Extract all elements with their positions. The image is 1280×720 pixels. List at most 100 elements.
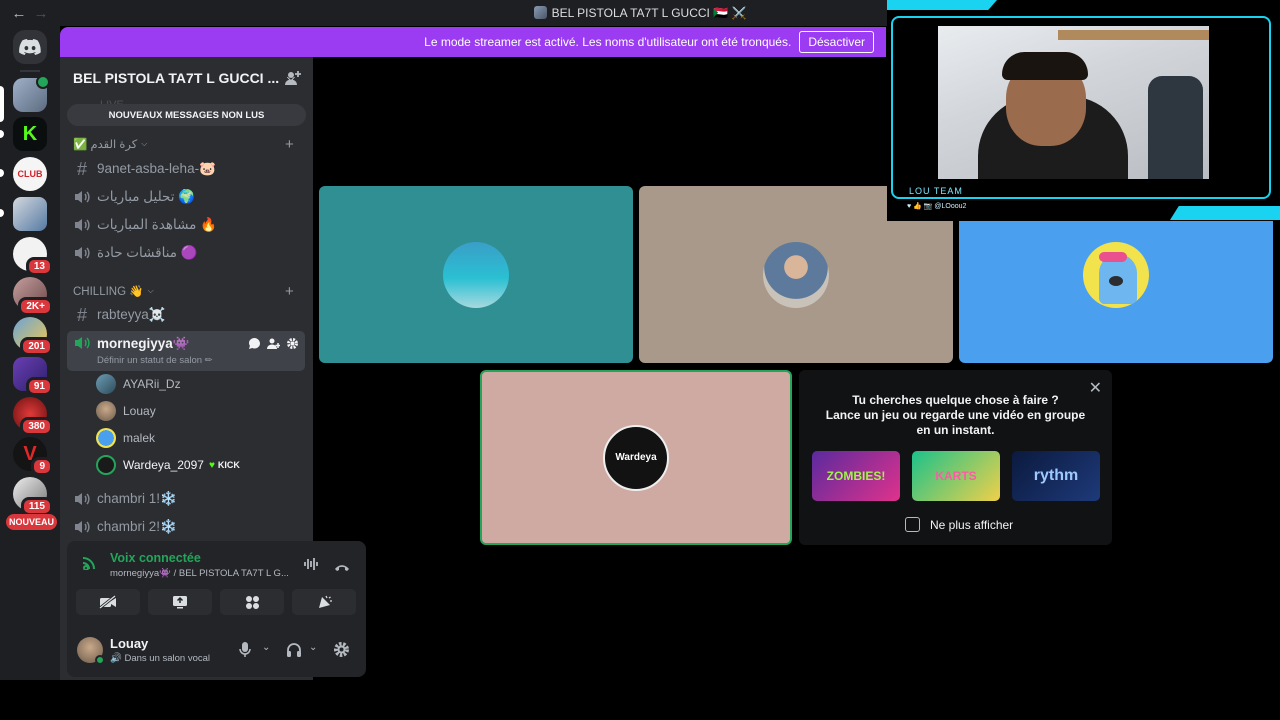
server-icon-5[interactable]: 13 — [13, 237, 53, 276]
participant-avatar — [763, 241, 829, 308]
rail-selected-pill — [0, 86, 4, 122]
speaker-icon — [73, 520, 91, 534]
streamer-mode-text: Le mode streamer est activé. Les noms d'… — [424, 35, 792, 49]
club-server-icon[interactable]: CLUB — [13, 157, 47, 191]
category-chilling[interactable]: CHILLING 👋 ⌵ + — [73, 283, 294, 300]
add-channel-icon[interactable]: + — [285, 136, 294, 153]
speaker-icon — [73, 246, 91, 260]
streamer-mode-banner: Le mode streamer est activé. Les noms d'… — [60, 27, 886, 57]
game-tile-rythm[interactable]: rythm — [1012, 451, 1100, 501]
add-member-icon[interactable] — [267, 337, 281, 353]
avatar — [96, 428, 116, 448]
game-tile-zombies[interactable]: ZOMBIES! — [812, 451, 900, 501]
channel-name: chambri 2!❄️ — [97, 519, 177, 534]
disable-streamer-button[interactable]: Désactiver — [799, 31, 874, 53]
game-tile-karts[interactable]: KARTS — [912, 451, 1000, 501]
server-icon-7[interactable]: 201 — [13, 317, 53, 356]
voice-location[interactable]: mornegiyya👾 / BEL PISTOLA TA7T L G... — [110, 568, 289, 579]
participant-avatar — [443, 241, 509, 308]
headphones-icon[interactable] — [286, 642, 302, 662]
online-status-icon — [95, 655, 105, 665]
voice-connection-panel: Voix connectée mornegiyya👾 / BEL PISTOLA… — [67, 541, 366, 629]
voice-user-name: AYARii_Dz — [123, 377, 181, 391]
voice-status[interactable]: Voix connectée — [110, 551, 201, 565]
speaker-icon — [73, 492, 91, 506]
channel-tools — [248, 337, 299, 353]
voice-channel[interactable]: تحليل مباريات 🌍 — [73, 184, 303, 210]
speaking-participant-tile[interactable]: Wardeya — [480, 370, 792, 545]
unread-badge: 91 — [25, 377, 53, 396]
server-icon — [533, 6, 547, 19]
guild-header[interactable]: BEL PISTOLA TA7T L GUCCI ... ⌵ — [60, 57, 313, 99]
discord-app: ← → BEL PISTOLA TA7T L GUCCI 🇸🇩 ⚔️ K CLU… — [0, 0, 1280, 720]
activities-button[interactable] — [220, 589, 284, 615]
checkbox-box[interactable] — [905, 517, 920, 532]
server-icon-9[interactable]: 380 — [13, 397, 53, 436]
voice-channel[interactable]: chambri 1!❄️ — [73, 486, 303, 512]
hashtag-icon: # — [76, 304, 87, 325]
discord-home-icon[interactable] — [13, 30, 47, 64]
text-channel[interactable]: # 9anet-asba-leha-🐷 — [73, 156, 303, 182]
add-channel-icon[interactable]: + — [285, 283, 294, 300]
activity-prompt-line2: Lance un jeu ou regarde une vidéo en gro… — [825, 408, 1086, 437]
rail-unread-pill — [0, 209, 4, 217]
speaker-icon — [73, 336, 91, 350]
participant-tile[interactable] — [319, 186, 633, 363]
activity-suggestion-panel: ✕ Tu cherches quelque chose à faire ? La… — [799, 370, 1112, 545]
category-football[interactable]: ✅ كرة القدم ⌵ + — [73, 136, 294, 153]
rail-unread-pill — [0, 130, 4, 138]
channel-name: rabteyya☠️ — [97, 307, 166, 322]
server-icon-8[interactable]: 91 — [13, 357, 53, 396]
unread-badge: 380 — [20, 417, 53, 436]
text-channel[interactable]: # rabteyya☠️ — [73, 302, 303, 328]
cam-team-label: LOU TEAM — [909, 186, 963, 196]
user-name[interactable]: Louay — [110, 636, 148, 651]
chevron-down-icon: ⌵ — [147, 286, 154, 295]
voice-channel[interactable]: مناقشات حادة 🟣 — [73, 240, 303, 266]
user-panel: Louay 🔊 Dans un salon vocal ⌄ ⌄ — [67, 629, 366, 677]
signal-icon[interactable] — [82, 556, 98, 575]
voice-channel[interactable]: chambri 2!❄️ — [73, 514, 303, 540]
voice-user-name: Wardeya_2097 — [123, 458, 204, 472]
cam-social-handle: ♥ 👍 📷 @LOoou2 — [907, 203, 967, 210]
noise-suppression-icon[interactable] — [303, 557, 319, 576]
forward-arrow-icon[interactable]: → — [31, 5, 51, 22]
checkbox-label: Ne plus afficher — [930, 517, 1014, 532]
set-status-link[interactable]: Définir un statut de salon ✏ — [97, 355, 213, 366]
voice-channel[interactable]: مشاهدة المباريات 🔥 — [73, 212, 303, 238]
voice-user[interactable]: AYARii_Dz — [96, 373, 181, 395]
server-icon-10[interactable]: V 9 — [13, 437, 53, 476]
voice-user[interactable]: Louay — [96, 400, 156, 422]
activity-prompt: Tu cherches quelque chose à faire ? Lanc… — [819, 393, 1092, 438]
unread-badge: 201 — [20, 337, 53, 356]
screen-share-button[interactable] — [148, 589, 212, 615]
voice-user[interactable]: malek — [96, 427, 155, 449]
kick-label: KICK — [217, 460, 240, 470]
chevron-down-icon[interactable]: ⌄ — [309, 642, 317, 653]
server-icon-1[interactable] — [13, 75, 50, 112]
chevron-down-icon[interactable]: ⌄ — [262, 642, 270, 653]
hashtag-icon: # — [76, 158, 87, 179]
avatar — [96, 401, 116, 421]
invite-user-icon[interactable] — [285, 70, 301, 89]
new-servers-badge[interactable]: NOUVEAU — [6, 514, 58, 530]
rail-divider — [20, 70, 40, 72]
channel-name: 9anet-asba-leha-🐷 — [97, 161, 216, 176]
server-icon-4[interactable] — [13, 197, 47, 231]
user-settings-gear-icon[interactable] — [333, 641, 350, 663]
server-icon-6[interactable]: 2K+ — [13, 277, 53, 316]
active-voice-channel[interactable]: mornegiyya👾 Définir un statut de salon ✏ — [67, 331, 305, 371]
disconnect-icon[interactable] — [334, 559, 350, 577]
soundboard-button[interactable] — [292, 589, 356, 615]
back-arrow-icon[interactable]: ← — [9, 5, 29, 22]
voice-user[interactable]: Wardeya_2097 ♥ KICK — [96, 454, 240, 476]
camera-off-button[interactable] — [76, 589, 140, 615]
chat-icon[interactable] — [248, 337, 261, 353]
gear-icon[interactable] — [286, 337, 299, 353]
dont-show-again-checkbox[interactable]: Ne plus afficher — [905, 517, 1013, 532]
server-icon-11[interactable]: 115 — [13, 477, 53, 516]
microphone-icon[interactable] — [239, 642, 251, 663]
kick-server-icon[interactable]: K — [13, 117, 47, 151]
chevron-down-icon: ⌵ — [141, 139, 148, 148]
unread-messages-pill[interactable]: NOUVEAUX MESSAGES NON LUS — [67, 104, 306, 126]
